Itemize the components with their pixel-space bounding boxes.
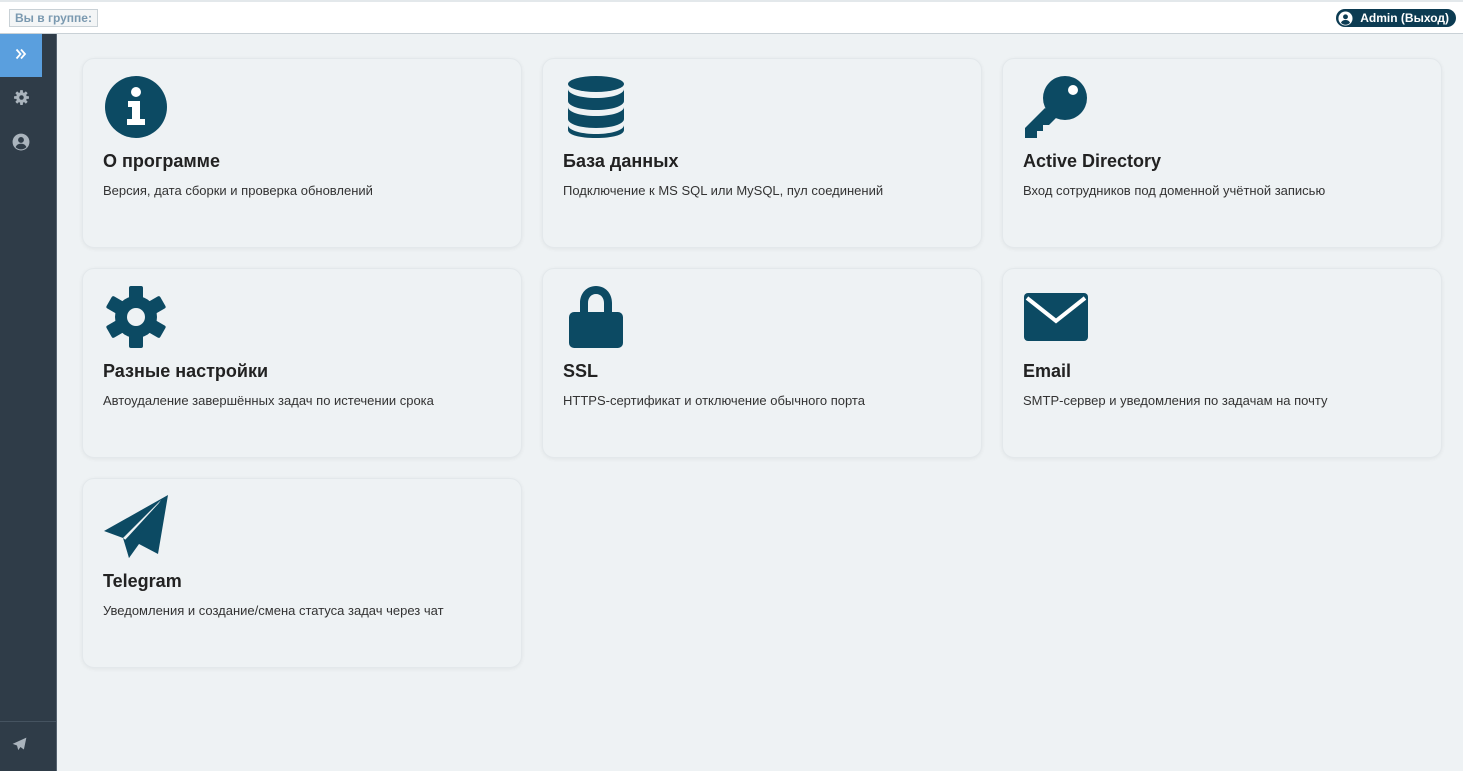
user-circle-icon	[1338, 10, 1353, 26]
database-icon	[563, 74, 629, 140]
card-title: Active Directory	[1023, 151, 1162, 171]
sidebar-telegram-button[interactable]	[0, 721, 56, 771]
paper-plane-icon	[103, 494, 169, 560]
gear-icon	[103, 284, 169, 350]
card-description: Автоудаление завершённых задач по истече…	[103, 393, 434, 408]
logout-button[interactable]: Admin (Выход)	[1336, 9, 1456, 27]
card-description: Версия, дата сборки и проверка обновлени…	[103, 183, 373, 198]
card-about[interactable]: О программе Версия, дата сборки и провер…	[82, 58, 522, 248]
info-icon	[103, 74, 169, 140]
envelope-icon	[1023, 284, 1089, 350]
card-title: О программе	[103, 151, 221, 171]
card-description: Подключение к MS SQL или MySQL, пул соед…	[563, 183, 884, 198]
user-label: Admin (Выход)	[1360, 11, 1449, 25]
group-label: Вы в группе:	[9, 9, 98, 27]
card-description: HTTPS-сертификат и отключение обычного п…	[563, 393, 865, 408]
lock-icon	[563, 284, 629, 350]
card-title: Разные настройки	[103, 361, 269, 381]
sidebar-item-settings[interactable]	[0, 84, 42, 116]
card-description: SMTP-сервер и уведомления по задачам на …	[1023, 393, 1328, 408]
card-email[interactable]: Email SMTP-сервер и уведомления по задач…	[1002, 268, 1442, 458]
card-telegram[interactable]: Telegram Уведомления и создание/смена ст…	[82, 478, 522, 668]
sidebar	[0, 34, 57, 771]
sidebar-toggle-button[interactable]	[0, 34, 42, 77]
key-icon	[1023, 74, 1089, 140]
card-active-directory[interactable]: Active Directory Вход сотрудников под до…	[1002, 58, 1442, 248]
top-bar: Вы в группе: Admin (Выход)	[0, 0, 1463, 34]
card-title: Telegram	[103, 571, 182, 591]
gear-icon	[13, 89, 30, 111]
paper-plane-icon	[12, 737, 27, 757]
sidebar-item-profile[interactable]	[0, 128, 42, 160]
card-description: Вход сотрудников под доменной учётной за…	[1023, 183, 1326, 198]
card-ssl[interactable]: SSL HTTPS-сертификат и отключение обычно…	[542, 268, 982, 458]
card-title: Email	[1023, 361, 1072, 381]
card-description: Уведомления и создание/смена статуса зад…	[103, 603, 444, 618]
card-misc-settings[interactable]: Разные настройки Автоудаление завершённы…	[82, 268, 522, 458]
card-database[interactable]: База данных Подключение к MS SQL или MyS…	[542, 58, 982, 248]
double-chevron-right-icon	[15, 47, 27, 65]
card-title: SSL	[563, 361, 599, 381]
user-circle-icon	[12, 133, 30, 156]
card-title: База данных	[563, 151, 679, 171]
